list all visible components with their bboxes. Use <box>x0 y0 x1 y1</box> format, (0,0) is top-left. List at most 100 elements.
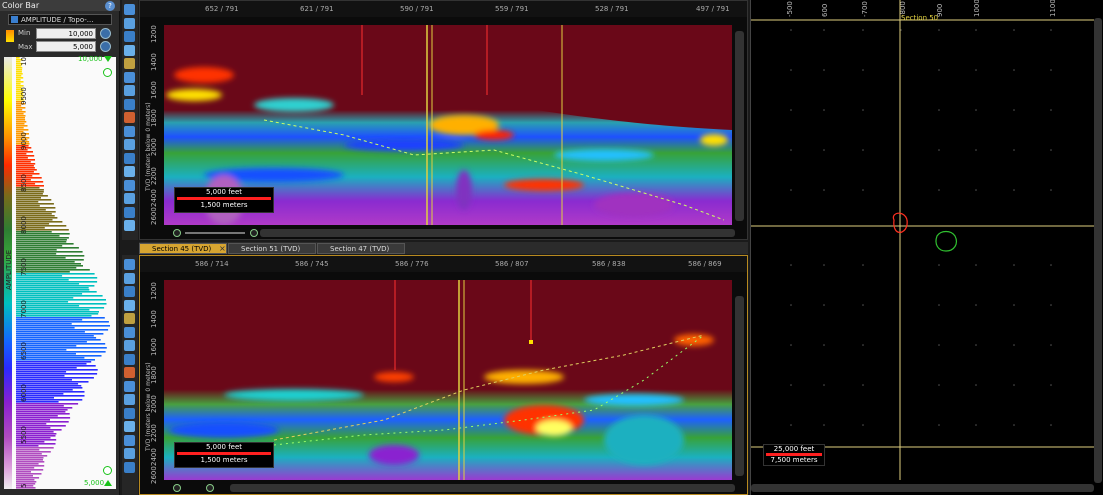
trace-label: 586 / 745 <box>295 260 329 268</box>
histogram-bar <box>16 303 107 305</box>
attribute-select[interactable]: AMPLITUDE / Topo-... <box>8 14 112 25</box>
histogram-bar <box>16 447 54 449</box>
histogram-bar <box>16 171 34 173</box>
green-outline <box>935 230 958 252</box>
tool-icon[interactable] <box>124 98 135 110</box>
zoom-in-icon[interactable] <box>103 68 112 77</box>
tool-icon[interactable] <box>124 259 135 270</box>
tool-icon[interactable] <box>124 139 135 150</box>
histogram-bar <box>16 457 44 459</box>
map-canvas[interactable] <box>751 0 1094 480</box>
close-icon[interactable]: × <box>219 244 226 253</box>
min-input[interactable]: 10,000 <box>36 28 96 39</box>
tool-icon[interactable] <box>124 58 135 69</box>
map-view[interactable]: -500 600 -700 -800 900 1000 1100 Section… <box>750 0 1103 495</box>
color-bar-title: Color Bar <box>0 0 120 11</box>
histogram-bar <box>16 351 106 353</box>
tool-icon[interactable] <box>124 380 135 392</box>
tool-icon[interactable] <box>124 299 135 311</box>
histogram-bar <box>16 167 35 169</box>
tool-icon[interactable] <box>124 272 135 284</box>
trace-label: 528 / 791 <box>595 5 629 13</box>
histogram-bar <box>16 165 34 167</box>
tab-section-47[interactable]: Section 47 (TVD) <box>317 243 405 254</box>
bottom-slider-icon[interactable] <box>104 480 112 486</box>
tool-icon[interactable] <box>124 44 135 56</box>
zoom-out-icon[interactable] <box>103 466 112 475</box>
vertical-scrollbar[interactable] <box>735 296 744 476</box>
histogram-bar <box>16 331 85 333</box>
tick-label: 5 <box>20 483 28 488</box>
map-horizontal-scrollbar[interactable] <box>751 484 1094 492</box>
tab-section-51[interactable]: Section 51 (TVD) <box>228 243 316 254</box>
histogram-bar <box>16 113 24 115</box>
tool-icon[interactable] <box>124 461 135 473</box>
histogram-bar <box>16 317 105 319</box>
tool-icon[interactable] <box>124 112 135 123</box>
tick-label: 10 <box>20 57 28 66</box>
depth-label: 2200 <box>150 167 158 185</box>
tool-icon[interactable] <box>124 125 135 137</box>
histogram-bar <box>16 403 79 405</box>
tool-icon[interactable] <box>124 220 135 231</box>
zoom-out-icon[interactable] <box>173 229 181 237</box>
tool-icon[interactable] <box>124 31 135 42</box>
tool-icon[interactable] <box>124 166 135 177</box>
histogram-bar <box>16 371 67 373</box>
tool-icon[interactable] <box>124 85 135 96</box>
histogram-bar <box>16 277 98 279</box>
map-vertical-scrollbar[interactable] <box>1094 18 1102 483</box>
tool-icon[interactable] <box>124 340 135 351</box>
histogram-bar <box>16 109 23 111</box>
zoom-in-icon[interactable] <box>250 229 258 237</box>
tool-icon[interactable] <box>124 286 135 297</box>
histogram-bar <box>16 423 47 425</box>
histogram-bar <box>16 123 25 125</box>
trace-label: 559 / 791 <box>495 5 529 13</box>
histogram-bar <box>16 291 97 293</box>
help-icon[interactable]: ? <box>105 1 115 11</box>
histogram-bar <box>16 243 74 245</box>
tool-icon[interactable] <box>124 394 135 405</box>
zoom-slider[interactable] <box>185 232 245 234</box>
scale-bar: 5,000 feet 1,500 meters <box>174 442 274 468</box>
histogram-bar <box>16 125 28 127</box>
tool-icon[interactable] <box>124 353 135 365</box>
tool-icon[interactable] <box>124 179 135 191</box>
top-slider-icon[interactable] <box>104 56 112 62</box>
scale-meters-label: 7,500 meters <box>770 456 818 464</box>
histogram-bar <box>16 245 63 247</box>
max-refresh-button[interactable] <box>100 41 111 52</box>
horizontal-scrollbar[interactable] <box>260 229 735 237</box>
histogram-bar <box>16 415 58 417</box>
tool-icon[interactable] <box>124 434 135 446</box>
tab-section-45[interactable]: Section 45 (TVD) <box>139 243 227 254</box>
colormap-icon <box>6 30 14 42</box>
histogram-bar <box>16 469 44 471</box>
histogram-bar <box>16 235 60 237</box>
tool-icon[interactable] <box>124 152 135 164</box>
max-input[interactable]: 5,000 <box>36 41 96 52</box>
histogram-bar <box>16 329 109 331</box>
tool-icon[interactable] <box>124 313 135 324</box>
zoom-out-icon[interactable] <box>173 484 181 492</box>
tool-icon[interactable] <box>124 206 135 218</box>
tool-icon[interactable] <box>124 71 135 83</box>
tool-icon[interactable] <box>124 17 135 29</box>
histogram-bar <box>16 299 106 301</box>
histogram-bar <box>16 121 27 123</box>
tool-icon[interactable] <box>124 448 135 459</box>
horizontal-scrollbar[interactable] <box>230 484 735 492</box>
zoom-in-icon[interactable] <box>206 484 214 492</box>
tool-icon[interactable] <box>124 421 135 432</box>
tool-icon[interactable] <box>124 407 135 419</box>
vertical-scrollbar[interactable] <box>735 31 744 221</box>
tool-icon[interactable] <box>124 326 135 338</box>
tool-icon[interactable] <box>124 4 135 15</box>
tool-icon[interactable] <box>124 193 135 204</box>
histogram-bar <box>16 323 72 325</box>
color-bar-panel: Color Bar ? AMPLITUDE / Topo-... Min 10,… <box>0 0 120 495</box>
tool-icon[interactable] <box>124 367 135 378</box>
histogram-bar <box>16 111 26 113</box>
min-refresh-button[interactable] <box>100 28 111 39</box>
